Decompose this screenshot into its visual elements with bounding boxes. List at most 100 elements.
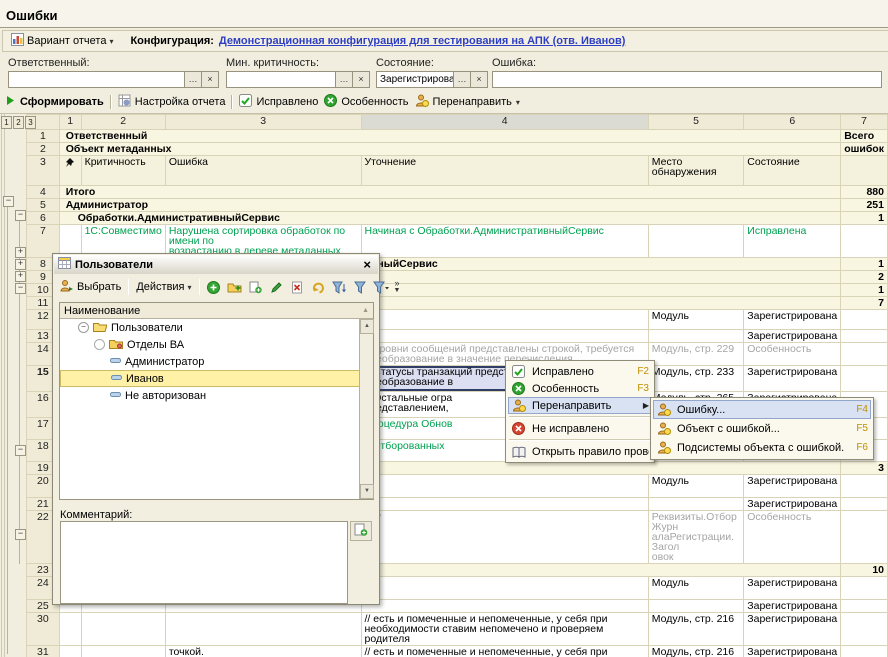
column-header-1[interactable]: 1 — [59, 115, 81, 130]
row-header[interactable]: 30 — [27, 613, 60, 646]
table-cell[interactable]: Реквизиты.ОтборЖурн алаРегистрации.Загол… — [648, 511, 743, 564]
menu-item-открыть-правило-проверки[interactable]: Открыть правило проверки — [508, 443, 652, 460]
tree-item-пользователи[interactable]: −Пользователи — [60, 319, 360, 336]
edit-button[interactable] — [267, 278, 286, 297]
row-header[interactable]: 1 — [27, 130, 60, 143]
report-settings-button[interactable]: Настройка отчета — [118, 94, 226, 110]
actions-button[interactable]: Действия ▾ — [133, 279, 194, 295]
open-comment-button[interactable] — [350, 521, 372, 541]
row-header[interactable]: 2 — [27, 143, 60, 156]
table-cell[interactable] — [841, 577, 888, 600]
collapse-group-icon[interactable]: − — [3, 196, 14, 207]
menu-item-исправлено[interactable]: ИсправленоF2 — [508, 363, 652, 380]
scroll-down-icon[interactable]: ▼ — [360, 484, 374, 499]
table-cell[interactable]: Зарегистрирована — [744, 498, 841, 511]
table-cell[interactable]: ЖР — [361, 511, 648, 564]
group-row-count[interactable]: 1 — [841, 258, 888, 271]
table-cell[interactable] — [841, 310, 888, 330]
table-cell[interactable] — [361, 577, 648, 600]
table-cell[interactable]: Зарегистрирована — [744, 366, 841, 392]
menu-item-не-исправлено[interactable]: Не исправлено — [508, 420, 652, 437]
table-cell[interactable]: Модуль, стр. 216 — [648, 613, 743, 646]
field-header-cell[interactable]: Место обнаружения — [648, 156, 743, 186]
table-cell[interactable] — [841, 613, 888, 646]
redirect-button[interactable]: Перенаправить ▾ — [415, 94, 520, 110]
feature-button[interactable]: Особенность — [324, 94, 408, 110]
column-header-5[interactable]: 5 — [648, 115, 743, 130]
table-cell[interactable] — [841, 498, 888, 511]
group-row-count[interactable]: 2 — [841, 271, 888, 284]
collapse-group-icon[interactable]: − — [15, 529, 26, 540]
state-choose-button[interactable]: … — [453, 72, 470, 87]
state-field[interactable]: Зарегистрирована … × — [376, 71, 488, 88]
table-cell[interactable]: Модуль — [648, 310, 743, 330]
table-cell[interactable] — [841, 225, 888, 258]
table-cell[interactable] — [841, 343, 888, 366]
group-row-count[interactable]: 10 — [841, 564, 888, 577]
table-cell[interactable] — [81, 613, 165, 646]
table-cell[interactable]: Модуль, стр. 233 — [648, 366, 743, 392]
table-cell[interactable] — [59, 646, 81, 657]
table-cell[interactable]: Особенность — [744, 511, 841, 564]
collapse-group-icon[interactable]: − — [15, 210, 26, 221]
group-row-label[interactable]: Объект метаданных — [59, 143, 840, 156]
field-header-cell[interactable]: Ошибка — [165, 156, 361, 186]
field-header-cell[interactable]: Уточнение — [361, 156, 648, 186]
table-cell[interactable]: Особенность — [744, 343, 841, 366]
expand-group-icon[interactable]: + — [15, 259, 26, 270]
field-header-cell[interactable] — [841, 156, 888, 186]
group-row-count[interactable]: 880 — [841, 186, 888, 199]
collapse-node-icon[interactable]: − — [78, 322, 89, 333]
add-folder-button[interactable] — [225, 278, 244, 297]
table-cell[interactable]: Зарегистрирована — [744, 613, 841, 646]
responsible-field[interactable]: … × — [8, 71, 219, 88]
table-cell[interactable] — [361, 310, 648, 330]
filter-menu-button[interactable] — [372, 278, 391, 297]
column-header-3[interactable]: 3 — [165, 115, 361, 130]
row-header[interactable]: 4 — [27, 186, 60, 199]
menu-item-ошибку-[interactable]: Ошибку...F4 — [653, 400, 871, 419]
table-cell[interactable]: Модуль — [648, 577, 743, 600]
group-row-count[interactable]: ошибок — [841, 143, 888, 156]
group-row-count[interactable]: 3 — [841, 462, 888, 475]
table-cell[interactable]: Зарегистрирована — [744, 600, 841, 613]
min-criticality-field[interactable]: … × — [226, 71, 370, 88]
table-cell[interactable] — [841, 366, 888, 392]
table-cell[interactable] — [648, 498, 743, 511]
group-level-button-1[interactable]: 1 — [1, 116, 12, 129]
add-button[interactable] — [204, 278, 223, 297]
configuration-link[interactable]: Демонстрационная конфигурация для тестир… — [219, 35, 625, 47]
column-header-7[interactable]: 7 — [841, 115, 888, 130]
table-cell[interactable] — [361, 330, 648, 343]
menu-item-подсистемы-объекта-с-ошибкой-[interactable]: Подсистемы объекта с ошибкой...F6 — [653, 438, 871, 457]
tree-item-отделы-ва[interactable]: Отделы ВА — [60, 336, 360, 353]
tree-item-иванов[interactable]: Иванов — [60, 370, 360, 387]
generate-button[interactable]: Сформировать — [5, 95, 104, 109]
field-header-cell[interactable]: Критичность — [81, 156, 165, 186]
row-header[interactable]: 6 — [27, 212, 60, 225]
expand-group-icon[interactable]: + — [15, 271, 26, 282]
users-list-scrollbar[interactable]: ▲ ▼ — [359, 319, 373, 499]
undo-button[interactable] — [309, 278, 328, 297]
table-cell[interactable]: точкой. — [165, 646, 361, 657]
group-level-button-2[interactable]: 2 — [13, 116, 24, 129]
column-header-6[interactable]: 6 — [744, 115, 841, 130]
close-icon[interactable]: × — [360, 258, 374, 271]
group-row-label[interactable]: Итого — [59, 186, 840, 199]
pin-icon[interactable] — [59, 156, 81, 186]
collapse-group-icon[interactable]: − — [15, 283, 26, 294]
table-cell[interactable] — [841, 646, 888, 657]
group-row-count[interactable]: Всего — [841, 130, 888, 143]
table-cell[interactable] — [81, 646, 165, 657]
error-field[interactable] — [492, 71, 882, 88]
table-cell[interactable] — [648, 225, 743, 258]
column-header-4[interactable]: 4 — [361, 115, 648, 130]
scroll-up-icon[interactable]: ▲ — [360, 319, 374, 334]
name-column-header[interactable]: Наименование ▲ — [60, 303, 373, 319]
table-cell[interactable] — [59, 613, 81, 646]
menu-item-особенность[interactable]: ОсобенностьF3 — [508, 380, 652, 397]
fixed-button[interactable]: Исправлено — [239, 94, 318, 110]
row-header[interactable]: 5 — [27, 199, 60, 212]
copy-button[interactable] — [246, 278, 265, 297]
menu-item-объект-с-ошибкой-[interactable]: Объект с ошибкой...F5 — [653, 419, 871, 438]
